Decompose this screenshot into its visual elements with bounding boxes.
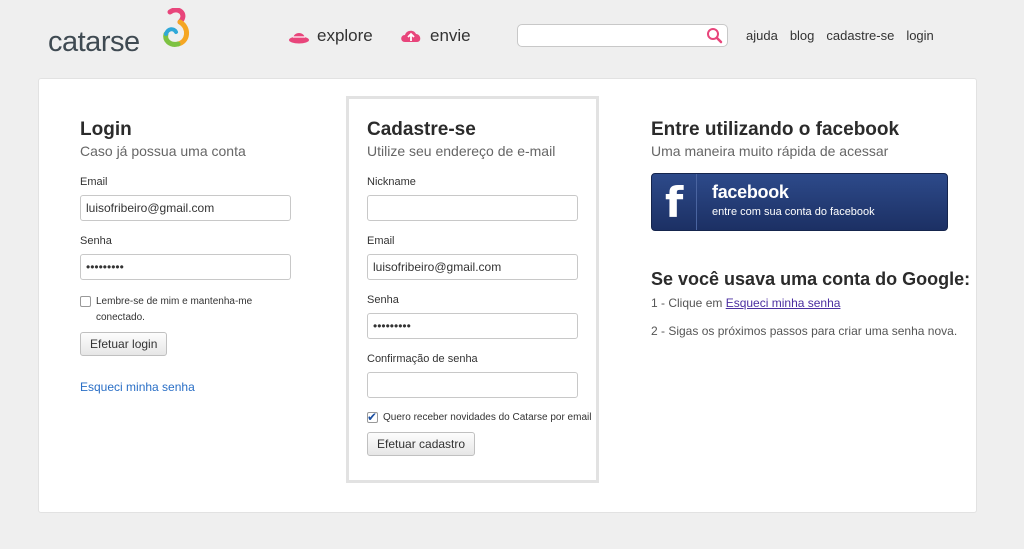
- logo-text: catarse: [48, 26, 140, 58]
- confirm-password-field[interactable]: [367, 372, 578, 398]
- login-submit-button[interactable]: Efetuar login: [80, 332, 168, 356]
- catarse-logo-mark: [163, 8, 189, 47]
- search-icon[interactable]: [706, 27, 723, 44]
- nav-envie[interactable]: envie: [399, 26, 471, 46]
- login-title: Login: [80, 119, 132, 140]
- facebook-button-subtitle: entre com sua conta do facebook: [712, 206, 875, 218]
- newsletter-row: Quero receber novidades do Catarse por e…: [367, 409, 596, 426]
- link-ajuda[interactable]: ajuda: [746, 28, 778, 43]
- signup-password-field[interactable]: [367, 313, 578, 339]
- link-blog[interactable]: blog: [790, 28, 815, 43]
- google-forgot-password-link[interactable]: Esqueci minha senha: [726, 296, 841, 310]
- facebook-section: Entre utilizando o facebook Uma maneira …: [651, 119, 971, 338]
- signup-title: Cadastre-se: [367, 119, 476, 140]
- auth-card: Login Caso já possua uma conta Email Sen…: [38, 78, 977, 513]
- nav-envie-label: envie: [430, 26, 471, 45]
- login-section: Login Caso já possua uma conta Email Sen…: [80, 119, 300, 394]
- login-password-label: Senha: [80, 235, 112, 247]
- site-header: catarse explore envie ajuda blog cadastr…: [0, 0, 1024, 78]
- search-box: [517, 24, 728, 47]
- google-step-1-text: 1 - Clique em: [651, 296, 726, 310]
- signup-subtitle: Utilize seu endereço de e-mail: [367, 143, 556, 159]
- search-input[interactable]: [518, 25, 698, 46]
- hat-icon: [289, 33, 309, 44]
- google-title: Se você usava uma conta do Google:: [651, 269, 971, 289]
- facebook-icon: f: [652, 174, 697, 230]
- facebook-subtitle: Uma maneira muito rápida de acessar: [651, 143, 889, 159]
- remember-me-row: Lembre-se de mim e mantenha-me conectado…: [80, 294, 300, 326]
- forgot-password-link[interactable]: Esqueci minha senha: [80, 380, 300, 394]
- confirm-password-label: Confirmação de senha: [367, 353, 478, 365]
- facebook-icon-letter: f: [665, 178, 684, 227]
- nav-explore[interactable]: explore: [288, 26, 373, 46]
- signup-submit-button[interactable]: Efetuar cadastro: [367, 432, 476, 456]
- google-step-1: 1 - Clique em Esqueci minha senha: [651, 296, 971, 310]
- signup-password-label: Senha: [367, 294, 399, 306]
- signup-section: Cadastre-se Utilize seu endereço de e-ma…: [346, 96, 599, 483]
- facebook-title: Entre utilizando o facebook: [651, 119, 900, 140]
- catarse-logo[interactable]: catarse: [48, 8, 198, 58]
- nickname-label: Nickname: [367, 176, 416, 188]
- facebook-button-title: facebook: [712, 182, 789, 202]
- login-password-field[interactable]: [80, 254, 291, 280]
- nav-explore-label: explore: [317, 26, 373, 45]
- signup-email-label: Email: [367, 235, 395, 247]
- top-links: ajuda blog cadastre-se login: [746, 28, 934, 43]
- newsletter-checkbox[interactable]: [367, 409, 378, 425]
- login-email-label: Email: [80, 176, 108, 188]
- upload-cloud-icon: [401, 30, 421, 42]
- google-step-2: 2 - Sigas os próximos passos para criar …: [651, 324, 958, 338]
- remember-me-checkbox[interactable]: [80, 296, 91, 307]
- link-cadastre-se[interactable]: cadastre-se: [826, 28, 894, 43]
- remember-me-label: Lembre-se de mim e mantenha-me conectado…: [96, 296, 253, 323]
- signup-email-field[interactable]: [367, 254, 578, 280]
- facebook-login-button[interactable]: f facebook entre com sua conta do facebo…: [651, 173, 948, 231]
- login-subtitle: Caso já possua uma conta: [80, 143, 246, 159]
- login-email-field[interactable]: [80, 195, 291, 221]
- link-login[interactable]: login: [906, 28, 933, 43]
- nickname-field[interactable]: [367, 195, 578, 221]
- newsletter-label: Quero receber novidades do Catarse por e…: [383, 412, 592, 423]
